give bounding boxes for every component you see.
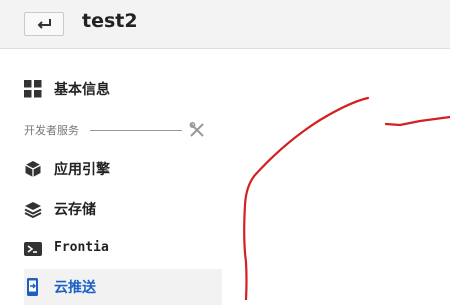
sidebar-item-cloud-storage[interactable]: 云存储 xyxy=(24,193,222,225)
layers-icon xyxy=(24,202,42,218)
return-arrow-icon xyxy=(37,19,51,29)
app-title: test2 xyxy=(82,10,138,32)
section-label: 开发者服务 xyxy=(24,124,79,137)
section-divider xyxy=(90,130,182,131)
cube-icon xyxy=(25,161,41,177)
sidebar-item-label: 基本信息 xyxy=(54,82,110,98)
terminal-icon xyxy=(24,242,42,256)
sidebar-item-label: 云存储 xyxy=(54,202,96,218)
sidebar-item-basic-info[interactable]: 基本信息 xyxy=(24,73,222,105)
tools-icon xyxy=(189,122,204,137)
grid-icon xyxy=(24,80,42,98)
back-button[interactable] xyxy=(24,12,64,36)
sidebar-item-label: Frontia xyxy=(54,240,109,255)
sidebar-item-label: 应用引擎 xyxy=(54,162,110,178)
section-developer-services: 开发者服务 xyxy=(24,121,214,139)
sidebar-item-label: 云推送 xyxy=(54,280,96,296)
sidebar: 基本信息 开发者服务 应用引擎 云存储 Frontia 云推送 xyxy=(0,48,222,305)
top-bar: test2 xyxy=(0,0,450,49)
phone-push-icon xyxy=(27,278,38,296)
sidebar-item-frontia[interactable]: Frontia xyxy=(24,233,222,265)
sidebar-item-app-engine[interactable]: 应用引擎 xyxy=(24,153,222,185)
